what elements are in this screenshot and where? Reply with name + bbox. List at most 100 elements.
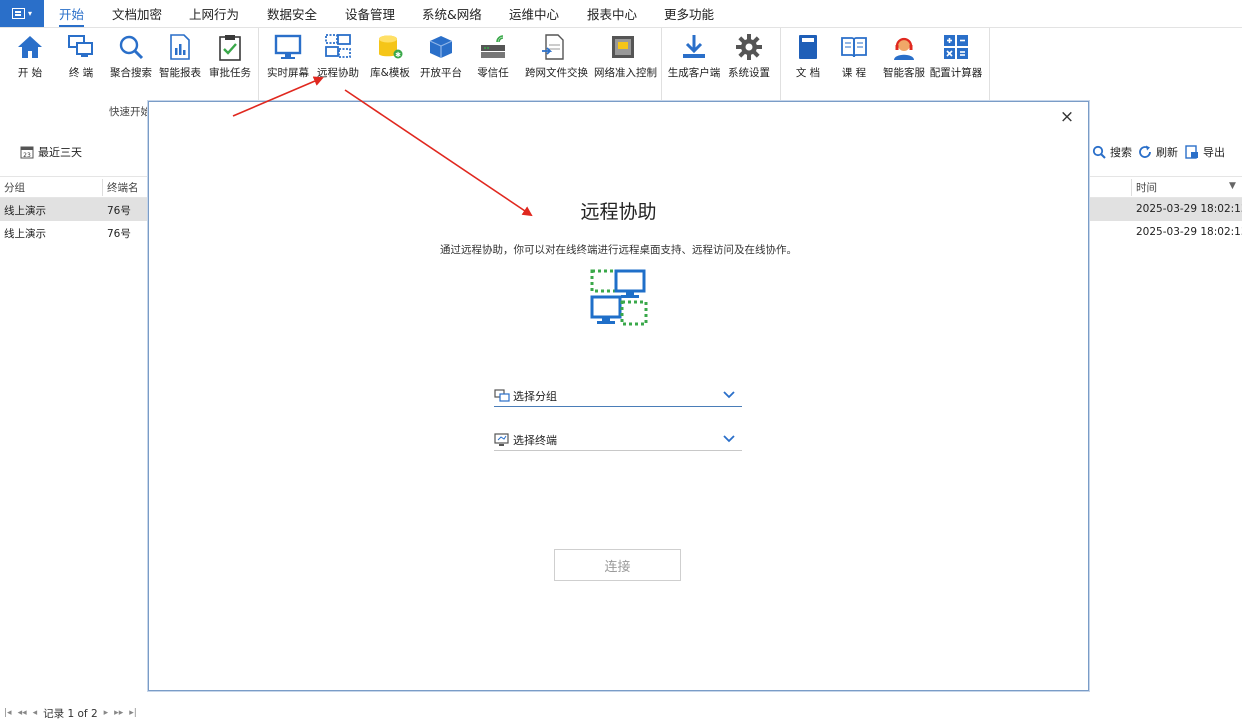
tab-start[interactable]: 开始: [59, 0, 85, 27]
column-header-time[interactable]: 时间: [1136, 180, 1157, 195]
ribbon-group-label: 快速开始: [109, 106, 151, 118]
group-select-placeholder: 选择分组: [513, 389, 557, 403]
search-button[interactable]: 搜索: [1092, 144, 1132, 160]
ribbon-label: 开放平台: [420, 67, 462, 79]
tab-system-network[interactable]: 系统&网络: [422, 0, 482, 28]
ribbon-separator: [258, 28, 259, 100]
caret-down-icon: ▾: [27, 9, 32, 18]
group-select[interactable]: 选择分组: [494, 385, 742, 407]
chevron-down-icon[interactable]: [722, 388, 736, 402]
ribbon-zero-trust-button[interactable]: 零信任: [465, 32, 521, 80]
open-book-icon: [839, 32, 869, 62]
menu-icon: [11, 8, 25, 19]
ribbon-system-settings-button[interactable]: 系统设置: [721, 32, 777, 80]
dialog-title: 远程协助: [580, 201, 657, 223]
ribbon-label: 系统设置: [728, 67, 770, 79]
terminal-select-placeholder: 选择终端: [513, 433, 557, 447]
ribbon-home-button[interactable]: 开 始: [2, 32, 58, 80]
ribbon-label: 网络准入控制: [594, 67, 657, 79]
ribbon-separator: [661, 28, 662, 100]
calendar-icon: 23: [20, 145, 34, 159]
svg-text:23: 23: [23, 152, 31, 159]
chevron-down-icon[interactable]: [722, 432, 736, 446]
terminal-select[interactable]: 选择终端: [494, 429, 742, 451]
remote-assist-icon: [323, 32, 353, 62]
export-button[interactable]: 导出: [1185, 144, 1225, 160]
dialog-description: 通过远程协助，你可以对在线终端进行远程桌面支持、远程访问及在线协作。: [440, 244, 797, 256]
ribbon-label: 开 始: [17, 67, 43, 79]
tab-more-features[interactable]: 更多功能: [664, 0, 714, 28]
column-divider[interactable]: [1131, 179, 1132, 196]
cell-time: 2025-03-29 18:02:13: [1136, 203, 1242, 215]
monitor-icon: [273, 32, 303, 62]
ribbon-approval-button[interactable]: 审批任务: [202, 32, 258, 80]
ribbon-course-button[interactable]: 课 程: [826, 32, 882, 80]
next-ten-icon[interactable]: ▸▸: [114, 708, 123, 718]
sort-desc-icon[interactable]: ▼: [1229, 181, 1236, 191]
app-menu-button[interactable]: ▾: [0, 0, 44, 27]
calculator-icon: [941, 32, 971, 62]
connect-button[interactable]: 连接: [554, 549, 681, 581]
pager: |◂ ◂◂ ◂ 记录 1 of 2 ▸ ▸▸ ▸|: [0, 704, 137, 722]
next-page-icon[interactable]: ▸: [104, 708, 109, 718]
search-icon: [1092, 145, 1106, 159]
ribbon-separator: [989, 28, 990, 100]
cube-icon: [426, 32, 456, 62]
ribbon-network-access-button[interactable]: 网络准入控制: [594, 32, 657, 80]
ribbon-terminal-button[interactable]: 终 端: [53, 32, 109, 80]
column-header-group[interactable]: 分组: [4, 180, 25, 195]
refresh-label: 刷新: [1156, 146, 1178, 159]
ribbon-config-calculator-button[interactable]: 配置计算器: [928, 32, 984, 80]
ribbon-label: 远程协助: [317, 67, 359, 79]
ribbon-label: 审批任务: [209, 67, 251, 79]
gear-icon: [734, 32, 764, 62]
ribbon-cross-network-file-button[interactable]: 跨网文件交换: [525, 32, 588, 80]
record-count: 记录 1 of 2: [43, 707, 98, 720]
last-page-icon[interactable]: ▸|: [129, 708, 137, 718]
terminal-monitor-icon: [494, 432, 510, 447]
cell-terminal: 76号: [107, 228, 131, 240]
network-access-icon: [608, 32, 638, 62]
column-divider[interactable]: [102, 179, 103, 196]
search-label: 搜索: [1110, 146, 1132, 159]
ribbon-label: 智能报表: [159, 67, 201, 79]
ribbon-label: 智能客服: [883, 67, 925, 79]
prev-ten-icon[interactable]: ◂◂: [18, 708, 27, 718]
ribbon-generate-client-button[interactable]: 生成客户端: [666, 32, 722, 80]
first-page-icon[interactable]: |◂: [4, 708, 12, 718]
home-icon: [15, 32, 45, 62]
tab-data-security[interactable]: 数据安全: [267, 0, 317, 28]
tab-web-behavior[interactable]: 上网行为: [189, 0, 239, 28]
close-icon[interactable]: ×: [1058, 108, 1076, 126]
magnifier-icon: [116, 32, 146, 62]
book-icon: [793, 32, 823, 62]
remote-assist-dialog: × 远程协助 通过远程协助，你可以对在线终端进行远程桌面支持、远程访问及在线协作…: [148, 101, 1089, 691]
database-icon: ✱: [375, 32, 405, 62]
router-icon: [478, 32, 508, 62]
refresh-button[interactable]: 刷新: [1138, 144, 1178, 160]
tab-report-center[interactable]: 报表中心: [587, 0, 637, 28]
ribbon-open-platform-button[interactable]: 开放平台: [413, 32, 469, 80]
date-filter-button[interactable]: 23 最近三天: [20, 144, 82, 160]
report-icon: [165, 32, 195, 62]
headset-agent-icon: [889, 32, 919, 62]
ribbon-live-screen-button[interactable]: 实时屏幕: [260, 32, 316, 80]
remote-computers-icon: [589, 268, 651, 328]
ribbon-smart-service-button[interactable]: 智能客服: [876, 32, 932, 80]
tab-doc-encryption[interactable]: 文档加密: [112, 0, 162, 28]
ribbon-report-button[interactable]: 智能报表: [152, 32, 208, 80]
export-icon: [1185, 145, 1199, 159]
ribbon-search-button[interactable]: 聚合搜索: [103, 32, 159, 80]
tab-ops-center[interactable]: 运维中心: [509, 0, 559, 28]
ribbon-label: 生成客户端: [667, 67, 721, 79]
ribbon-label: 课 程: [841, 67, 867, 79]
ribbon-label: 配置计算器: [929, 67, 983, 79]
cell-group: 线上演示: [4, 228, 46, 240]
refresh-icon: [1138, 145, 1152, 159]
tab-device-management[interactable]: 设备管理: [345, 0, 395, 28]
column-header-terminal[interactable]: 终端名: [107, 180, 139, 195]
ribbon-remote-assist-button[interactable]: 远程协助: [310, 32, 366, 80]
export-label: 导出: [1203, 146, 1225, 159]
prev-page-icon[interactable]: ◂: [33, 708, 38, 718]
ribbon-library-template-button[interactable]: ✱ 库&模板: [362, 32, 418, 80]
